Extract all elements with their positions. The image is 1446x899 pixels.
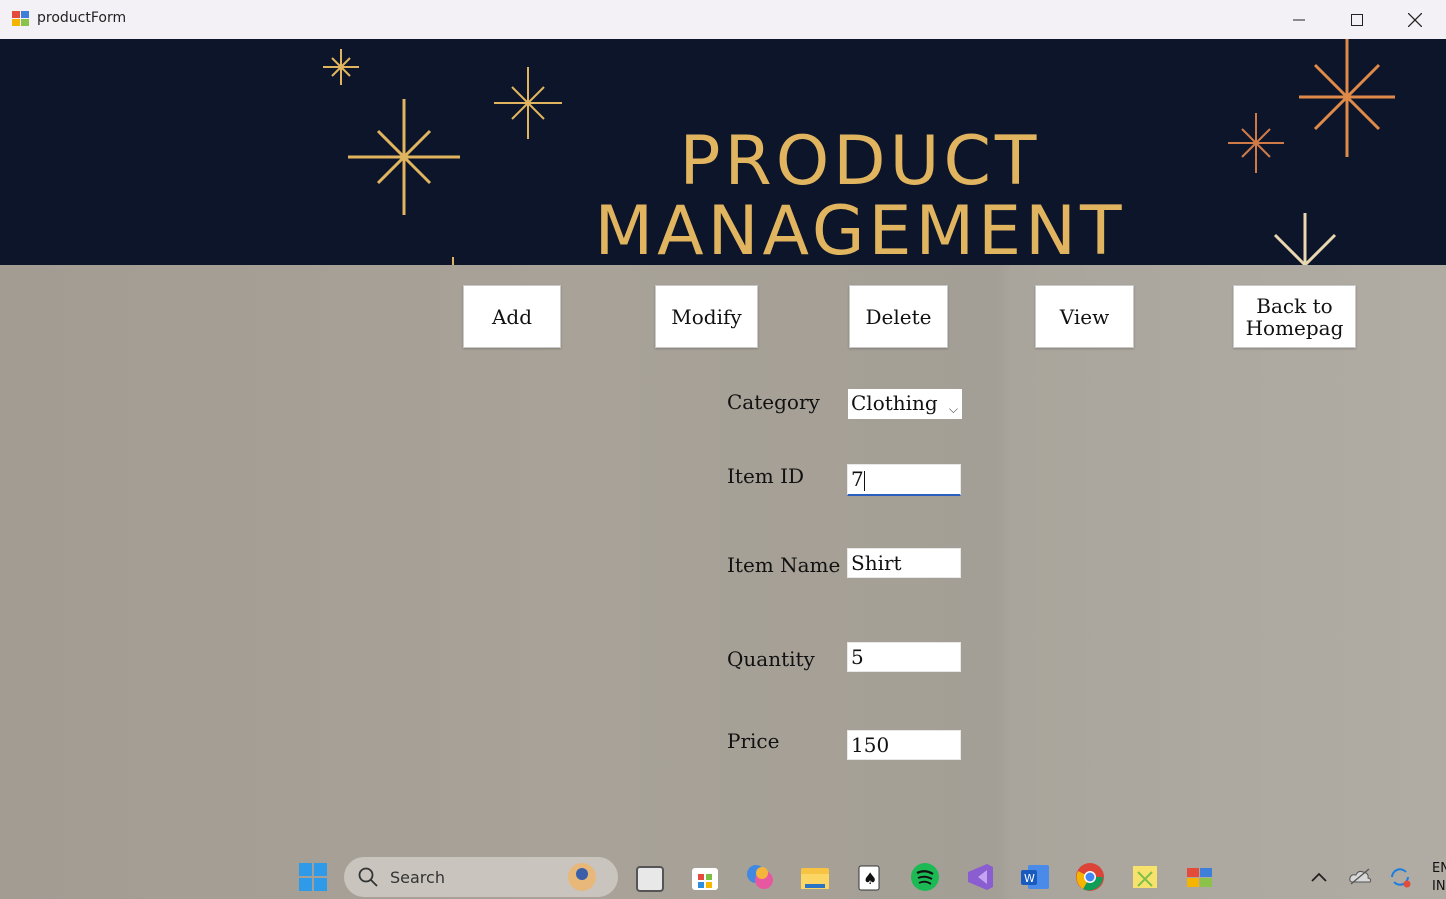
back-button-line1: Back to: [1256, 293, 1333, 318]
sparkle-icon: [1299, 39, 1395, 157]
add-button[interactable]: Add: [463, 285, 561, 348]
item-name-label: Item Name: [727, 553, 841, 577]
form-background: [0, 265, 1446, 899]
tray-chevron-up-icon[interactable]: [1310, 870, 1328, 884]
item-id-label: Item ID: [727, 464, 805, 488]
price-input[interactable]: 150: [847, 730, 961, 760]
onedrive-icon[interactable]: [1348, 866, 1372, 886]
category-select-value: Clothing: [851, 391, 938, 415]
solitaire-icon[interactable]: ♠: [855, 862, 885, 892]
quantity-input[interactable]: 5: [847, 642, 961, 672]
item-name-input[interactable]: Shirt: [847, 548, 961, 578]
word-icon[interactable]: W: [1020, 862, 1050, 892]
copilot-icon[interactable]: [745, 862, 775, 892]
search-label: Search: [390, 868, 445, 887]
maximize-icon: [1351, 13, 1363, 26]
spotify-icon[interactable]: [910, 862, 940, 892]
visual-studio-icon[interactable]: [965, 862, 995, 892]
item-id-value: 7: [851, 467, 864, 491]
sync-icon[interactable]: [1388, 866, 1412, 888]
minimize-button[interactable]: [1270, 0, 1328, 39]
maximize-button[interactable]: [1328, 0, 1386, 39]
banner-title-line1: PRODUCT: [679, 122, 1041, 201]
window-titlebar: productForm: [0, 0, 1446, 40]
store-icon[interactable]: [690, 862, 720, 892]
language-line1: EN: [1432, 861, 1446, 876]
category-label: Category: [727, 390, 820, 414]
running-app-icon[interactable]: [1185, 862, 1215, 892]
svg-text:W: W: [1024, 872, 1035, 885]
task-view-icon[interactable]: [636, 866, 664, 892]
window-title: productForm: [37, 10, 127, 26]
chevron-down-icon: ⌵: [948, 402, 958, 416]
quantity-label: Quantity: [727, 647, 815, 671]
search-highlight-icon: [568, 863, 596, 891]
search-icon: [358, 867, 378, 887]
delete-button[interactable]: Delete: [849, 285, 948, 348]
modify-button[interactable]: Modify: [655, 285, 758, 348]
header-banner: PRODUCT MANAGEMENT: [0, 39, 1446, 265]
svg-text:♠: ♠: [863, 869, 877, 888]
close-icon: [1408, 12, 1422, 27]
windows-start-icon[interactable]: [298, 862, 328, 892]
back-button-line2: Homepag: [1245, 315, 1344, 340]
sparkle-icon: [1273, 213, 1337, 265]
banner-title-line2: MANAGEMENT: [594, 192, 1126, 266]
file-explorer-icon[interactable]: [800, 862, 830, 892]
sparkle-icon: [348, 99, 460, 215]
sparkle-icon: [1228, 113, 1284, 173]
close-button[interactable]: [1386, 0, 1444, 39]
chrome-icon[interactable]: [1075, 862, 1105, 892]
sparkle-icon: [323, 49, 359, 85]
item-id-input[interactable]: 7: [847, 464, 961, 496]
app-icon: [12, 11, 29, 26]
taskbar: [0, 855, 1446, 899]
category-select[interactable]: Clothing ⌵: [848, 389, 962, 419]
text-cursor: [863, 470, 865, 491]
view-button[interactable]: View: [1035, 285, 1134, 348]
language-indicator[interactable]: EN IN: [1432, 860, 1446, 896]
banner-title: PRODUCT MANAGEMENT: [540, 122, 1180, 266]
price-label: Price: [727, 729, 780, 753]
minimize-icon: [1293, 19, 1305, 20]
back-to-homepage-button[interactable]: Back to Homepag: [1233, 285, 1356, 348]
language-line2: IN: [1432, 879, 1446, 894]
sticky-notes-icon[interactable]: [1130, 862, 1160, 892]
